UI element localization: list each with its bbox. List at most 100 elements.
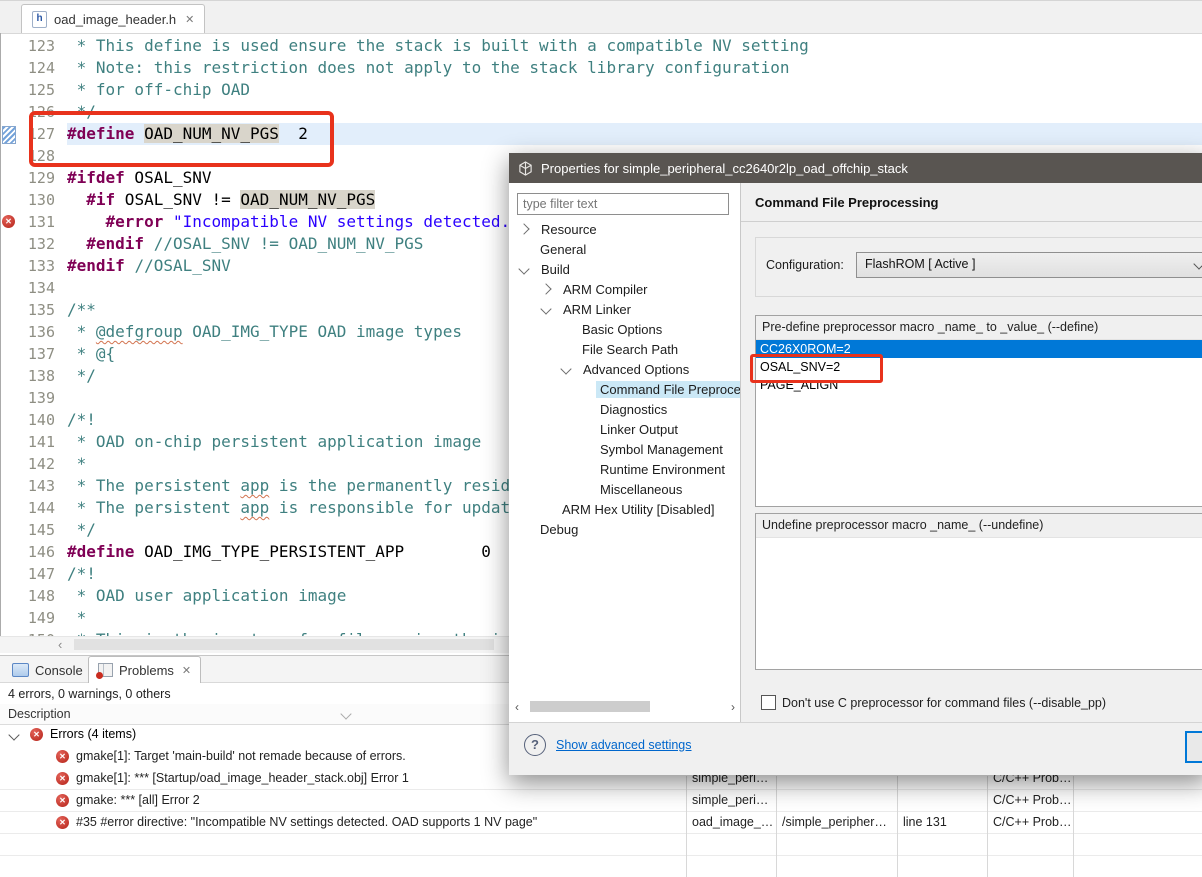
annotation-ruler: ✕ [1, 211, 17, 233]
tree-item-arm-linker[interactable]: ARM Linker [509, 299, 740, 319]
tree-item-advanced-options[interactable]: Advanced Options [509, 359, 740, 379]
line-number: 133 [27, 257, 55, 275]
line-number: 135 [27, 301, 55, 319]
ok-button[interactable] [1185, 731, 1202, 763]
expand-arrow-icon[interactable] [540, 283, 552, 295]
scrollbar-thumb[interactable] [530, 701, 650, 712]
line-number: 149 [27, 609, 55, 627]
annotation-ruler [1, 409, 17, 431]
expand-arrow-icon[interactable] [518, 223, 530, 235]
problems-row[interactable]: ✕ gmake: *** [all] Error 2 simple_peri… C/C… [0, 790, 1202, 812]
scroll-left-icon[interactable]: ‹ [58, 638, 62, 652]
tree-item-arm-compiler[interactable]: ARM Compiler [509, 279, 740, 299]
tab-close-icon[interactable]: ✕ [185, 13, 194, 26]
scroll-right-icon[interactable]: › [731, 700, 735, 714]
tree-item-debug[interactable]: Debug [509, 519, 740, 539]
tree-item-label: Debug [540, 521, 579, 537]
tab-console[interactable]: Console [12, 658, 83, 682]
line-number: 134 [27, 279, 55, 297]
line-number: 147 [27, 565, 55, 583]
error-icon: ✕ [30, 728, 43, 741]
problems-row[interactable]: ✕ #35 #error directive: "Incompatible NV … [0, 812, 1202, 834]
show-advanced-settings-link[interactable]: Show advanced settings [556, 738, 692, 752]
problem-description: #35 #error directive: "Incompatible NV s… [76, 815, 538, 829]
problem-resource: simple_peri… [692, 793, 769, 807]
configuration-dropdown[interactable]: FlashROM [ Active ] [856, 252, 1202, 278]
line-number: 145 [27, 521, 55, 539]
column-divider[interactable] [897, 776, 898, 877]
tree-item-resource[interactable]: Resource [509, 219, 740, 239]
line-number: 124 [27, 59, 55, 77]
settings-tree: Resource General Build ARM Compiler ARM Link… [509, 219, 740, 689]
tree-item-symbol-management[interactable]: Symbol Management [509, 439, 740, 459]
page-title: Command File Preprocessing [755, 195, 939, 210]
code-text: * for off-chip OAD [67, 80, 251, 99]
tree-item-runtime-environment[interactable]: Runtime Environment [509, 459, 740, 479]
collapse-arrow-icon[interactable] [518, 263, 530, 275]
scrollbar-thumb[interactable] [74, 639, 494, 650]
problem-location: line 131 [903, 815, 947, 829]
chevron-down-icon[interactable] [340, 708, 352, 720]
tree-item-label: ARM Hex Utility [Disabled] [562, 501, 715, 517]
line-number: 136 [27, 323, 55, 341]
tree-item-general[interactable]: General [509, 239, 740, 259]
tree-item-file-search-path[interactable]: File Search Path [509, 339, 740, 359]
line-number: 129 [27, 169, 55, 187]
filter-input[interactable] [517, 193, 729, 215]
annotation-ruler [1, 299, 17, 321]
collapse-arrow-icon[interactable] [8, 729, 20, 741]
divider [741, 221, 1202, 222]
tree-item-basic-options[interactable]: Basic Options [509, 319, 740, 339]
annotation-ruler [1, 431, 17, 453]
problem-description: gmake: *** [all] Error 2 [76, 793, 200, 807]
problem-description: gmake[1]: Target 'main-build' not remade… [76, 749, 406, 763]
column-divider[interactable] [776, 776, 777, 877]
tree-item-label: Build [541, 261, 570, 277]
annotation-ruler [1, 233, 17, 255]
tree-item-label: File Search Path [582, 341, 679, 357]
scroll-left-icon[interactable]: ‹ [515, 700, 519, 714]
line-number: 144 [27, 499, 55, 517]
console-icon [12, 663, 29, 677]
column-divider[interactable] [686, 776, 687, 877]
tree-item-build[interactable]: Build [509, 259, 740, 279]
tab-problems[interactable]: Problems ✕ [88, 656, 202, 683]
error-marker-icon: ✕ [2, 215, 15, 228]
collapse-arrow-icon[interactable] [540, 303, 552, 315]
column-divider[interactable] [987, 776, 988, 877]
disable-pp-checkbox-row[interactable]: Don't use C preprocessor for command fil… [761, 695, 1106, 710]
properties-dialog-icon [519, 160, 532, 176]
line-number: 139 [27, 389, 55, 407]
line-number: 131 [27, 213, 55, 231]
annotation-ruler [1, 453, 17, 475]
annotation-ruler [1, 101, 17, 123]
editor-tab[interactable]: h oad_image_header.h ✕ [21, 4, 206, 33]
tree-item-miscellaneous[interactable]: Miscellaneous [509, 479, 740, 499]
column-divider[interactable] [1073, 776, 1074, 877]
dialog-title-bar[interactable]: Properties for simple_peripheral_cc2640r… [509, 153, 1202, 183]
line-number: 142 [27, 455, 55, 473]
line-number: 130 [27, 191, 55, 209]
checkbox[interactable] [761, 695, 776, 710]
tree-item-label: ARM Linker [563, 301, 631, 317]
annotation-ruler [1, 57, 17, 79]
tree-horizontal-scrollbar[interactable]: ‹ › [515, 700, 735, 714]
annotation-ruler [1, 189, 17, 211]
tree-item-arm-hex-utility-disabled[interactable]: ARM Hex Utility [Disabled] [509, 499, 740, 519]
tree-item-label: Resource [541, 221, 597, 237]
error-icon: ✕ [56, 816, 69, 829]
collapse-arrow-icon[interactable] [560, 363, 572, 375]
tab-close-icon[interactable]: ✕ [182, 664, 191, 677]
line-number: 137 [27, 345, 55, 363]
tree-item-label: Symbol Management [600, 441, 723, 457]
help-icon[interactable]: ? [524, 734, 546, 756]
tree-item-diagnostics[interactable]: Diagnostics [509, 399, 740, 419]
occurrence-marker-icon [2, 126, 16, 144]
tree-item-linker-output[interactable]: Linker Output [509, 419, 740, 439]
panel-sash[interactable] [740, 183, 741, 775]
annotation-ruler [1, 607, 17, 629]
description-header-label: Description [8, 707, 71, 721]
annotation-ruler [1, 519, 17, 541]
tree-item-command-file-preprocessing[interactable]: Command File Preprocessing [509, 379, 740, 399]
code-text: * Note: this restriction does not apply … [67, 58, 790, 77]
